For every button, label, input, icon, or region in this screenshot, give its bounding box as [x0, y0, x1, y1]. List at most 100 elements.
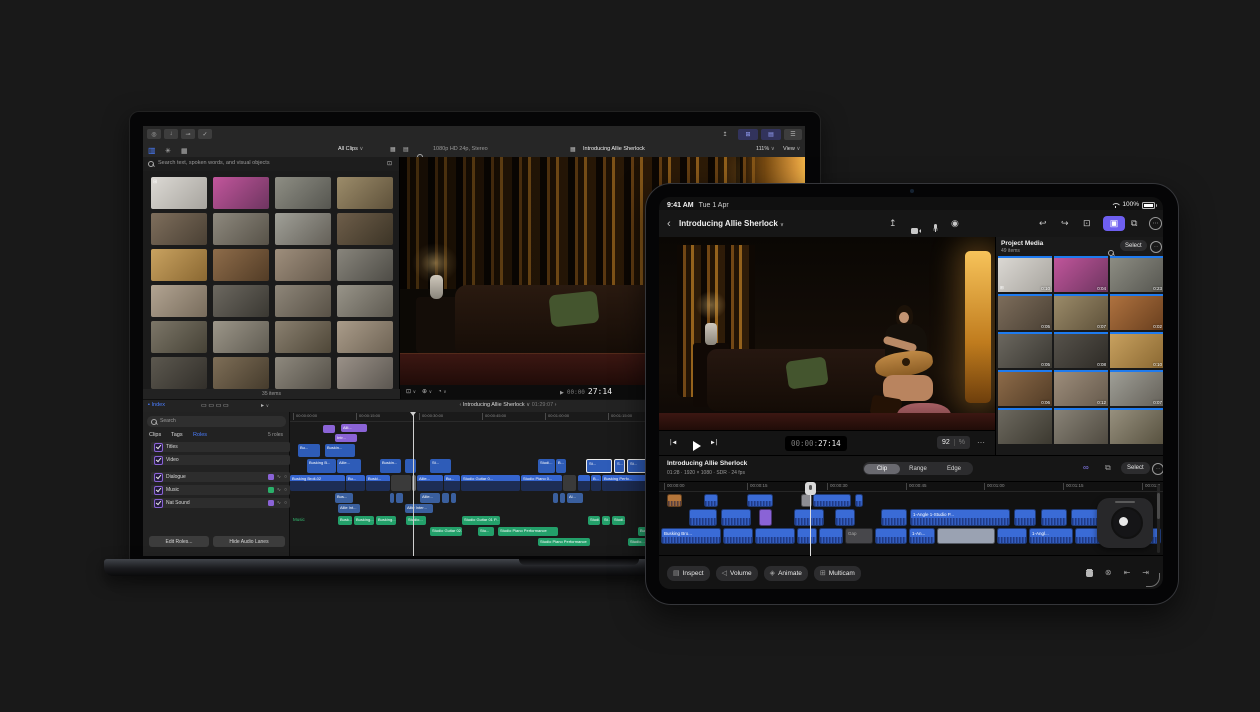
timeline-clip[interactable]: [1041, 509, 1067, 526]
timeline-clip[interactable]: Busk...: [338, 516, 352, 525]
viewer-zoom-control[interactable]: 92%: [937, 436, 970, 449]
media-thumbnail[interactable]: 0:10: [1110, 332, 1163, 368]
checkbox-icon[interactable]: [154, 486, 163, 495]
waveform-icon[interactable]: ∿: [277, 475, 281, 480]
media-thumbnail[interactable]: [1054, 408, 1108, 444]
timeline-clip[interactable]: [855, 494, 863, 507]
timeline-clip[interactable]: [747, 494, 773, 507]
duration-icon[interactable]: ▤: [403, 147, 409, 153]
timeline-clip[interactable]: Studio Piano Performance: [498, 527, 558, 536]
microphone-icon[interactable]: [933, 219, 938, 237]
insert-left-icon[interactable]: ⇤: [1124, 569, 1131, 577]
timeline-clip[interactable]: Busking...: [354, 516, 374, 525]
timeline-clip[interactable]: B...: [556, 459, 566, 473]
voiceover-icon[interactable]: ◉: [951, 218, 959, 229]
share-icon[interactable]: ↥: [889, 218, 897, 229]
index-button[interactable]: ▪ Index: [148, 403, 165, 409]
timeline-clip[interactable]: Bu...: [346, 475, 365, 491]
media-thumbnail[interactable]: [337, 285, 393, 317]
dock-button[interactable]: ⊞ Multicam: [814, 566, 861, 581]
timeline-clip[interactable]: [391, 475, 411, 491]
media-thumbnail[interactable]: [337, 357, 393, 389]
media-thumbnail[interactable]: [275, 213, 331, 245]
crop-tool-icon[interactable]: ⊡ ∨: [406, 389, 416, 395]
undo-icon[interactable]: ↩: [1039, 218, 1047, 229]
timeline-clip[interactable]: Busking Bro...: [661, 528, 721, 544]
audio-role-row[interactable]: Music ∿ ○: [151, 485, 290, 495]
audio-role-row[interactable]: Nat Sound ∿ ○: [151, 498, 290, 508]
list-view-button[interactable]: ☰: [784, 129, 802, 140]
timeline-clip[interactable]: [881, 509, 907, 526]
keyword-editor-button[interactable]: ⊸: [181, 129, 195, 139]
select-button[interactable]: Select: [1121, 462, 1150, 474]
timeline-clip[interactable]: [759, 509, 772, 526]
timeline-clip[interactable]: [396, 493, 403, 503]
timeline-clip[interactable]: [819, 528, 843, 544]
all-clips-filter[interactable]: All Clips ∨: [338, 147, 363, 153]
focus-icon[interactable]: ○: [284, 488, 287, 493]
media-thumbnail[interactable]: 0:05: [998, 332, 1052, 368]
timeline-clip[interactable]: Studio...: [406, 516, 426, 525]
media-import-button[interactable]: ◎: [147, 129, 161, 139]
media-thumbnail[interactable]: 0:23: [1110, 256, 1163, 292]
timeline-clip[interactable]: S...: [614, 459, 625, 473]
trash-icon[interactable]: [1086, 569, 1093, 577]
fit-view-icon[interactable]: ⊡: [1083, 218, 1091, 229]
viewer-view-menu[interactable]: View ∨: [783, 147, 800, 153]
timeline-clip[interactable]: Gap: [845, 528, 873, 544]
select-button[interactable]: Select: [1120, 240, 1147, 251]
media-thumbnail[interactable]: [213, 213, 269, 245]
media-thumbnail[interactable]: 0:04: [1054, 256, 1108, 292]
timeline-project-switcher[interactable]: ‹ Introducing Allie Sherlock ∨ 01:29:07 …: [393, 403, 623, 409]
timeline-clip[interactable]: [405, 459, 416, 473]
timeline-clip[interactable]: [794, 509, 824, 526]
more-icon[interactable]: ⋯: [1152, 463, 1163, 475]
timeline-clip[interactable]: B...: [591, 475, 601, 491]
mode-clip[interactable]: Clip: [864, 464, 900, 474]
effects-icon[interactable]: ⧉: [1131, 218, 1137, 229]
timeline-clip[interactable]: [689, 509, 717, 526]
clip-appearance-icon[interactable]: ▦: [390, 147, 396, 153]
timeline-clip[interactable]: [704, 494, 718, 507]
project-title[interactable]: Introducing Allie Sherlock ∨: [679, 220, 784, 228]
timeline-clip[interactable]: [553, 493, 558, 503]
timeline-clip[interactable]: [323, 425, 335, 433]
tab-tags[interactable]: Tags: [171, 433, 183, 439]
timeline-clip[interactable]: [813, 494, 851, 507]
redo-icon[interactable]: ↪: [1061, 218, 1069, 229]
media-thumbnail[interactable]: ⊞: [151, 177, 207, 209]
media-thumbnail[interactable]: 0:12: [1054, 370, 1108, 406]
timeline-clip[interactable]: [835, 509, 855, 526]
media-thumbnail[interactable]: [151, 285, 207, 317]
media-thumbnail[interactable]: [337, 177, 393, 209]
titles-sidebar-icon[interactable]: ▦: [181, 147, 188, 155]
timeline-clip[interactable]: [560, 493, 565, 503]
timeline-clip[interactable]: Allie...: [337, 459, 361, 473]
media-thumbnail[interactable]: 0:07: [1110, 370, 1163, 406]
share-button[interactable]: ↥: [716, 129, 734, 140]
timeline-clip[interactable]: 1-Angle 1-Studio P...: [910, 509, 1010, 526]
media-thumbnail[interactable]: 0:07: [1054, 294, 1108, 330]
timeline-clip[interactable]: St...: [602, 516, 610, 525]
media-thumbnail[interactable]: [213, 285, 269, 317]
tab-clips[interactable]: Clips: [149, 433, 161, 439]
more-icon[interactable]: ⋯: [1149, 217, 1162, 230]
media-thumbnail[interactable]: [275, 285, 331, 317]
grid-view-button[interactable]: ⊞: [738, 129, 758, 140]
checkbox-icon[interactable]: [154, 443, 163, 452]
detach-icon[interactable]: ⊗: [1105, 569, 1112, 577]
timeline-clip[interactable]: Studio Piano Performance: [538, 538, 590, 546]
tab-roles[interactable]: Roles: [193, 433, 207, 439]
more-icon[interactable]: ⋯: [1150, 241, 1162, 253]
media-thumbnail[interactable]: [275, 177, 331, 209]
timeline-clip[interactable]: Buski...: [366, 475, 390, 491]
media-thumbnail[interactable]: [337, 321, 393, 353]
dock-button[interactable]: ▤ Inspect: [667, 566, 710, 581]
checkbox-icon[interactable]: [154, 499, 163, 508]
skip-back-icon[interactable]: |◀: [669, 440, 676, 446]
viewer-zoom-menu[interactable]: 111% ∨: [756, 147, 775, 153]
timeline-clip[interactable]: [875, 528, 907, 544]
timeline-clip[interactable]: Intr...: [335, 434, 357, 442]
media-thumbnail[interactable]: [213, 177, 269, 209]
timeline-clip[interactable]: [797, 528, 817, 544]
